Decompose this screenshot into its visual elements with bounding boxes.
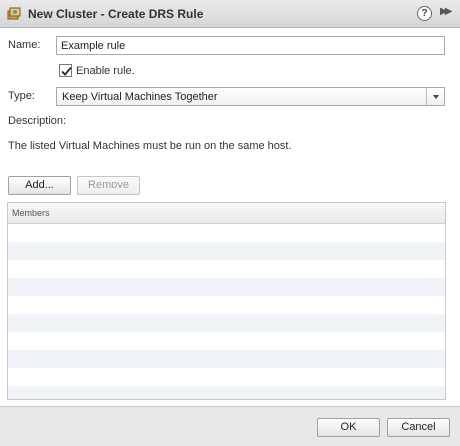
enable-rule-checkbox[interactable] bbox=[59, 64, 72, 77]
name-label: Name: bbox=[8, 39, 41, 51]
remove-button: Remove bbox=[77, 176, 140, 195]
dialog-footer: OK Cancel bbox=[0, 406, 460, 446]
table-row bbox=[8, 314, 445, 332]
cancel-button[interactable]: Cancel bbox=[387, 418, 450, 437]
members-table[interactable]: Members bbox=[7, 202, 446, 400]
table-row bbox=[8, 242, 445, 260]
type-select-value: Keep Virtual Machines Together bbox=[62, 91, 218, 103]
description-text: The listed Virtual Machines must be run … bbox=[8, 140, 292, 152]
members-column-header[interactable]: Members bbox=[8, 203, 445, 224]
name-input[interactable] bbox=[56, 36, 445, 55]
type-label: Type: bbox=[8, 90, 35, 102]
double-chevron-right-icon[interactable]: ▶▶ bbox=[440, 6, 453, 17]
members-header-label: Members bbox=[12, 208, 50, 218]
table-row bbox=[8, 386, 445, 399]
dialog-title: New Cluster - Create DRS Rule bbox=[28, 7, 204, 21]
chevron-down-icon[interactable] bbox=[426, 88, 444, 105]
table-row bbox=[8, 350, 445, 368]
description-label: Description: bbox=[8, 115, 67, 127]
add-button[interactable]: Add... bbox=[8, 176, 71, 195]
type-select[interactable]: Keep Virtual Machines Together bbox=[56, 87, 445, 106]
checkmark-icon bbox=[61, 66, 72, 76]
table-row bbox=[8, 278, 445, 296]
enable-rule-label: Enable rule. bbox=[76, 65, 135, 77]
dialog-titlebar: New Cluster - Create DRS Rule ? ▶▶ bbox=[0, 0, 460, 28]
ok-button[interactable]: OK bbox=[317, 418, 380, 437]
drs-rule-icon bbox=[6, 6, 22, 22]
help-icon[interactable]: ? bbox=[417, 6, 432, 21]
